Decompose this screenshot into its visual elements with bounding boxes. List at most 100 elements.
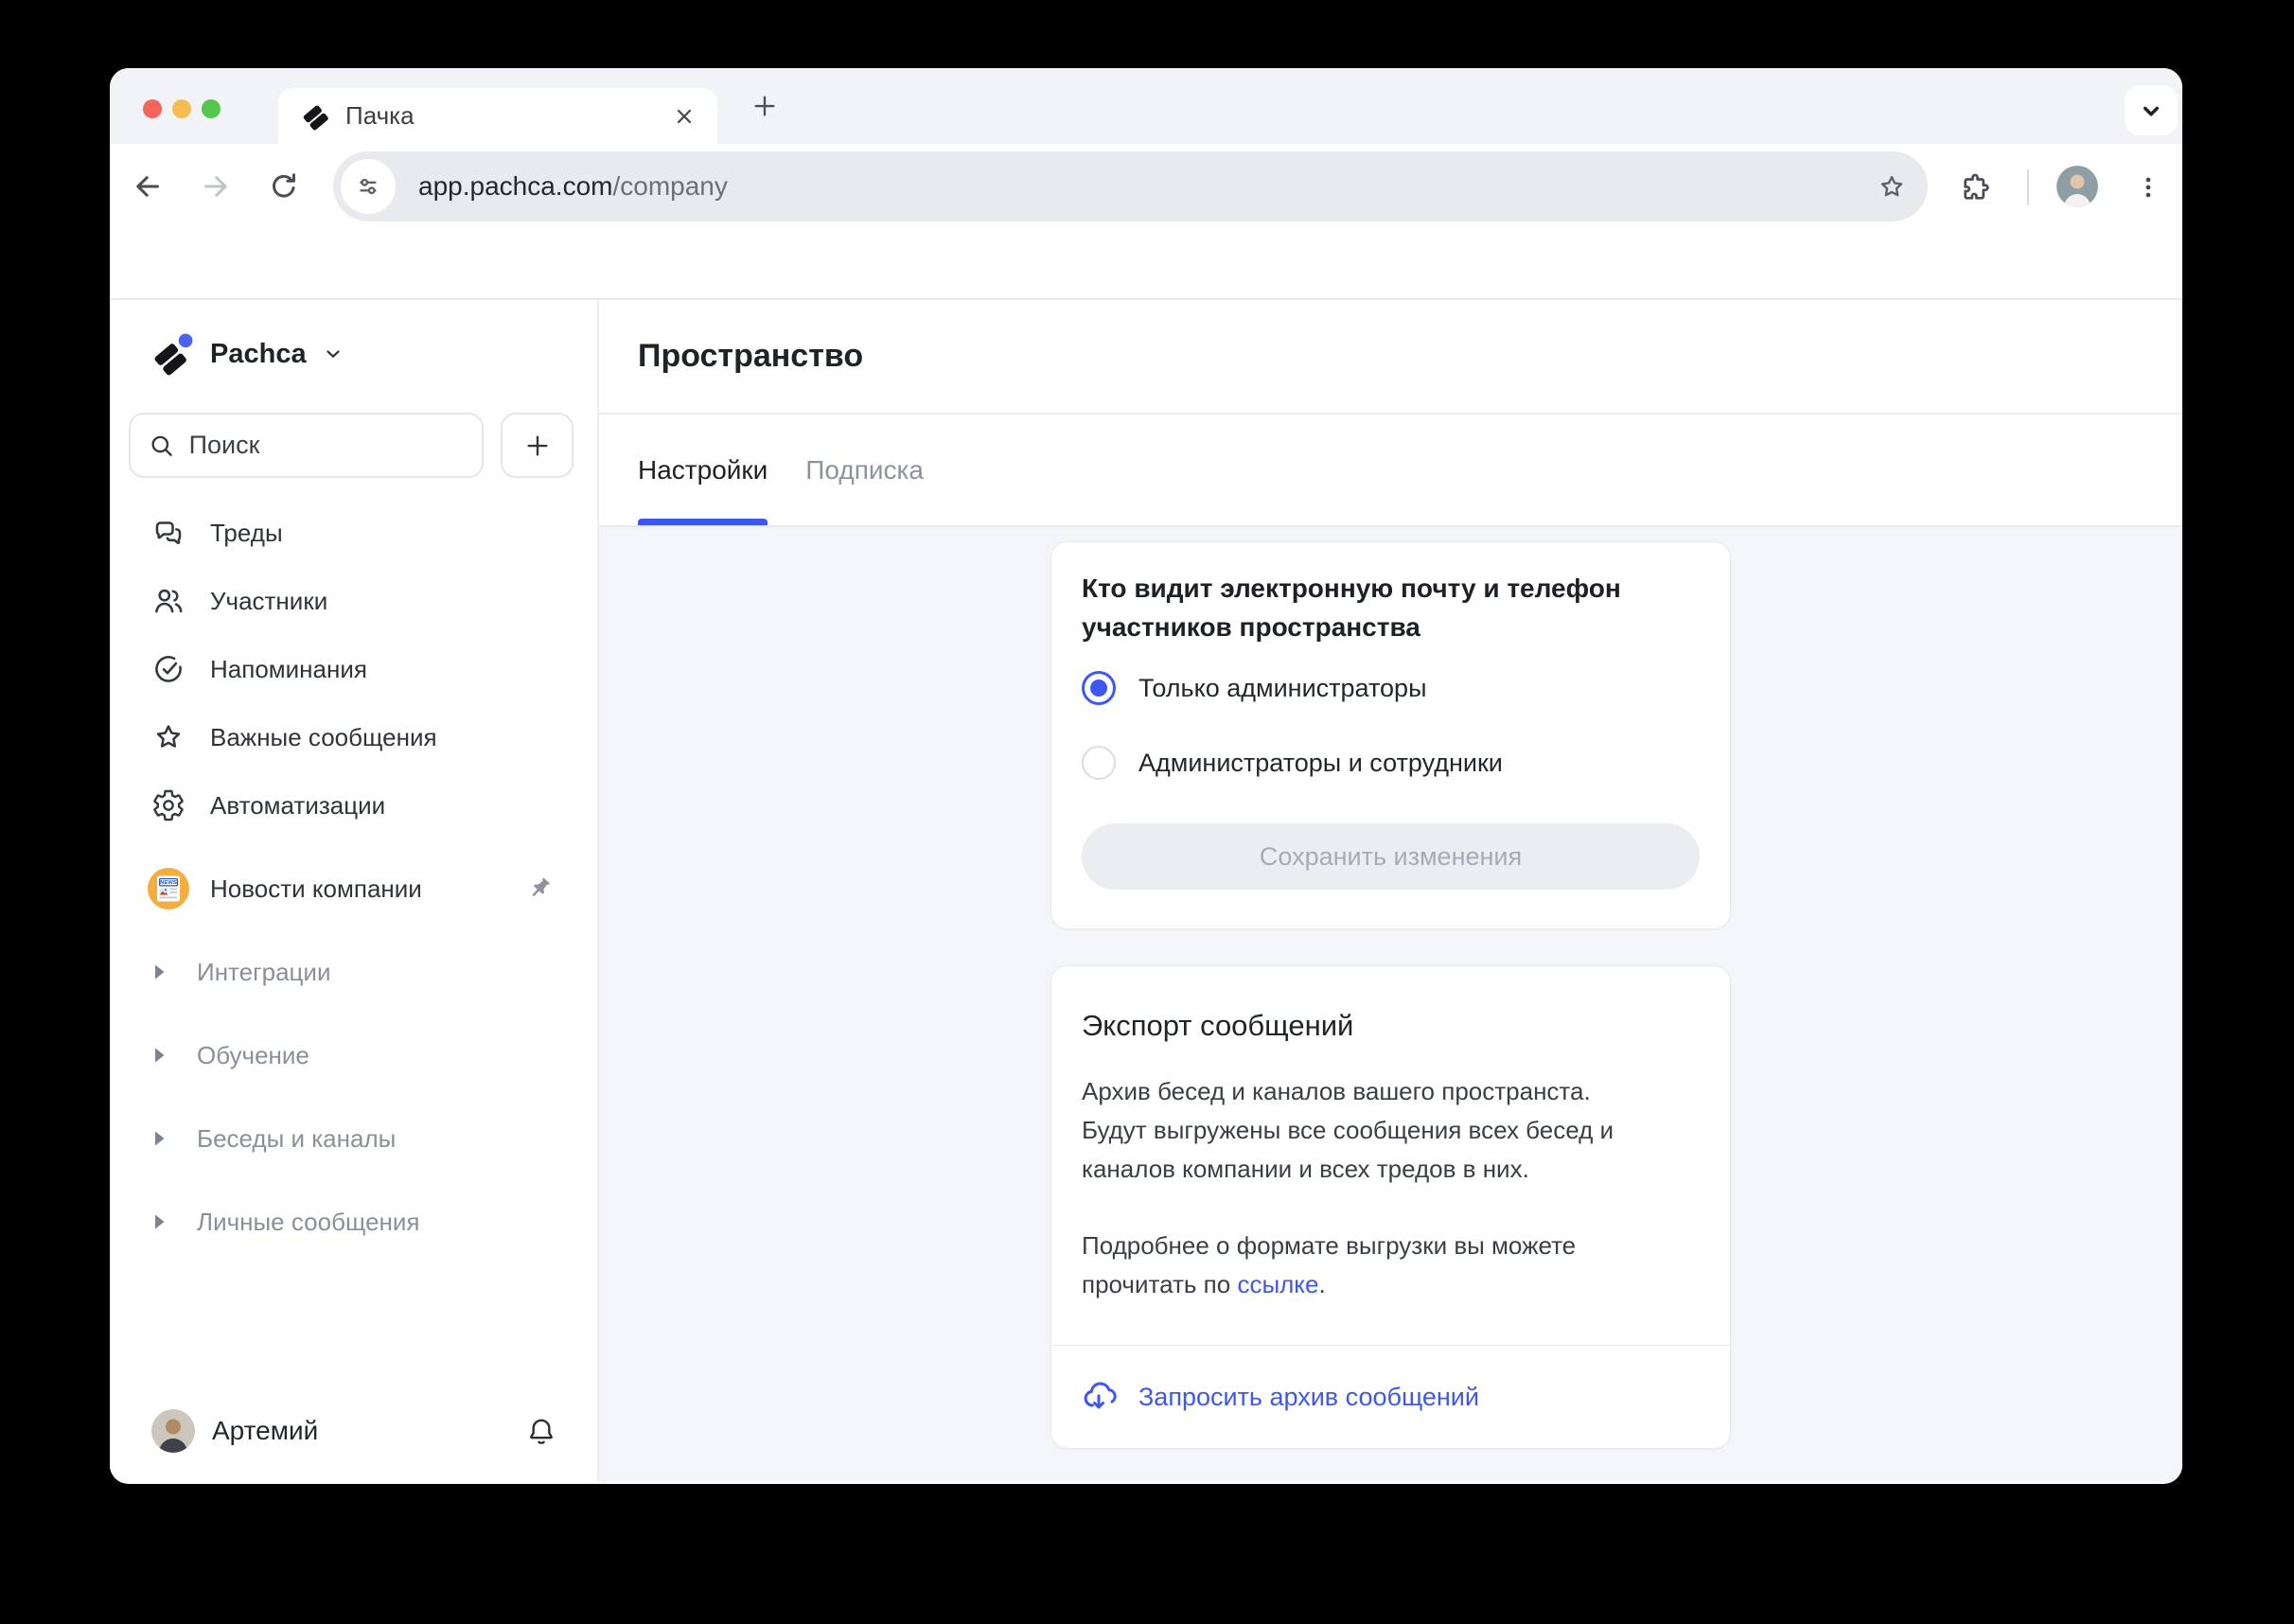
profile-photo-icon [2056,166,2098,207]
sidebar-item-label: Автоматизации [210,791,385,821]
tab-label: Настройки [638,455,768,485]
plus-icon [523,432,552,460]
svg-text:NEWS: NEWS [160,880,177,886]
collapsed-triangle-icon [151,962,168,982]
pachca-logo-icon [151,332,195,376]
collapsed-triangle-icon [151,1211,168,1232]
radio-label: Только администраторы [1138,674,1426,703]
radio-option-admins-and-staff[interactable]: Администраторы и сотрудники [1082,746,1700,780]
export-card-title: Экспорт сообщений [1082,1006,1700,1046]
tab-label: Подписка [805,455,924,485]
browser-menu-button[interactable] [2127,167,2169,208]
main-panel: Пространство Настройки Подписка Кто види… [599,300,2182,1482]
sidebar-section-integrations[interactable]: Интеграции [110,930,597,1014]
user-name: Артемий [212,1416,525,1446]
format-details-link[interactable]: ссылке [1237,1270,1318,1298]
url-host: app.pachca.com [418,171,612,201]
macos-zoom-button[interactable] [202,99,221,118]
macos-minimize-button[interactable] [172,99,191,118]
sidebar-item-company-news[interactable]: NEWS Новости компании [110,855,597,923]
sidebar-section-label: Личные сообщения [197,1208,420,1237]
search-field[interactable] [129,413,484,478]
export-description-line2: Будут выгружены все сообщения всех бесед… [1082,1116,1614,1183]
cloud-download-icon [1080,1378,1118,1416]
sidebar-item-label: Новости компании [210,874,504,904]
address-bar[interactable]: app.pachca.com/company [333,151,1928,221]
bookmark-button[interactable] [1877,171,1907,202]
tab-subscription[interactable]: Подписка [805,415,924,525]
gear-icon [151,788,185,822]
page-header: Пространство [599,300,2182,415]
search-icon [148,430,176,462]
sidebar-item-threads[interactable]: Треды [110,499,597,567]
export-description-line1: Архив бесед и каналов вашего пространста… [1082,1072,1661,1111]
pin-icon[interactable] [525,874,554,903]
sidebar-item-label: Участники [210,587,327,616]
visibility-settings-card: Кто видит электронную почту и телефон уч… [1050,541,1731,929]
radio-unselected-icon[interactable] [1082,746,1116,780]
sidebar-item-label: Напоминания [210,655,367,684]
back-button[interactable] [127,166,168,207]
export-more-info: Подробнее о формате выгрузки вы можете п… [1082,1227,1661,1304]
sidebar-section-chats-channels[interactable]: Беседы и каналы [110,1097,597,1180]
browser-tab[interactable]: Пачка [278,88,717,144]
page-tabs: Настройки Подписка [599,415,2182,527]
sidebar-section-label: Беседы и каналы [197,1124,396,1154]
desktop-background: Пачка [0,0,2294,1624]
chevron-down-icon [2137,97,2165,125]
bell-icon[interactable] [525,1415,557,1447]
sidebar-nav: Треды Участники [110,499,597,839]
sidebar-section-label: Интеграции [197,958,330,987]
tab-close-icon[interactable] [672,104,697,129]
search-input[interactable] [189,431,465,460]
reload-button[interactable] [263,166,305,207]
chevron-down-icon [322,343,344,365]
sidebar-item-reminders[interactable]: Напоминания [110,635,597,703]
radio-label: Администраторы и сотрудники [1138,749,1503,778]
save-changes-button[interactable]: Сохранить изменения [1082,823,1700,890]
plus-icon [750,92,779,120]
export-card-body: Экспорт сообщений Архив бесед и каналов … [1051,966,1730,1345]
sidebar-item-automations[interactable]: Автоматизации [110,771,597,839]
sidebar-item-members[interactable]: Участники [110,567,597,635]
workspace-switcher[interactable]: Pachca [151,332,344,376]
more-info-period: . [1318,1270,1325,1298]
settings-content: Кто видит электронную почту и телефон уч… [599,527,2182,1482]
request-archive-link[interactable]: Запросить архив сообщений [1138,1383,1479,1412]
user-avatar [151,1409,195,1453]
export-messages-card: Экспорт сообщений Архив бесед и каналов … [1050,965,1731,1449]
create-new-button[interactable] [501,413,574,478]
user-profile-row[interactable]: Артемий [151,1408,557,1454]
browser-toolbar: app.pachca.com/company [110,144,2182,230]
tab-settings[interactable]: Настройки [638,415,768,525]
star-icon [151,720,185,754]
sidebar: Pachca [110,300,599,1482]
radio-selected-icon[interactable] [1082,671,1116,705]
back-arrow-icon [131,169,165,203]
site-settings-button[interactable] [341,159,396,214]
radio-option-admins-only[interactable]: Только администраторы [1082,671,1700,705]
collapsed-triangle-icon [151,1128,168,1149]
sidebar-section-direct-messages[interactable]: Личные сообщения [110,1180,597,1263]
three-dots-icon [2134,173,2162,202]
toolbar-spacer [110,230,2182,298]
export-card-footer: Запросить архив сообщений [1051,1345,1730,1448]
macos-close-button[interactable] [143,99,162,118]
forward-arrow-icon [199,169,233,203]
sidebar-section-training[interactable]: Обучение [110,1014,597,1097]
tab-title: Пачка [345,101,672,131]
search-row [129,413,574,478]
sidebar-section-label: Обучение [197,1041,309,1070]
extensions-button[interactable] [1954,167,1996,208]
url-path: /company [612,171,727,201]
browser-profile-avatar[interactable] [2056,166,2098,207]
forward-button[interactable] [195,166,237,207]
threads-icon [151,516,185,550]
new-tab-button[interactable] [738,79,791,132]
sidebar-item-important[interactable]: Важные сообщения [110,703,597,771]
export-description: Архив бесед и каналов вашего пространста… [1082,1072,1661,1189]
workspace-name: Pachca [210,339,307,370]
tab-search-chevron-button[interactable] [2125,85,2178,135]
collapsed-triangle-icon [151,1045,168,1066]
pachca-favicon-icon [301,101,330,131]
